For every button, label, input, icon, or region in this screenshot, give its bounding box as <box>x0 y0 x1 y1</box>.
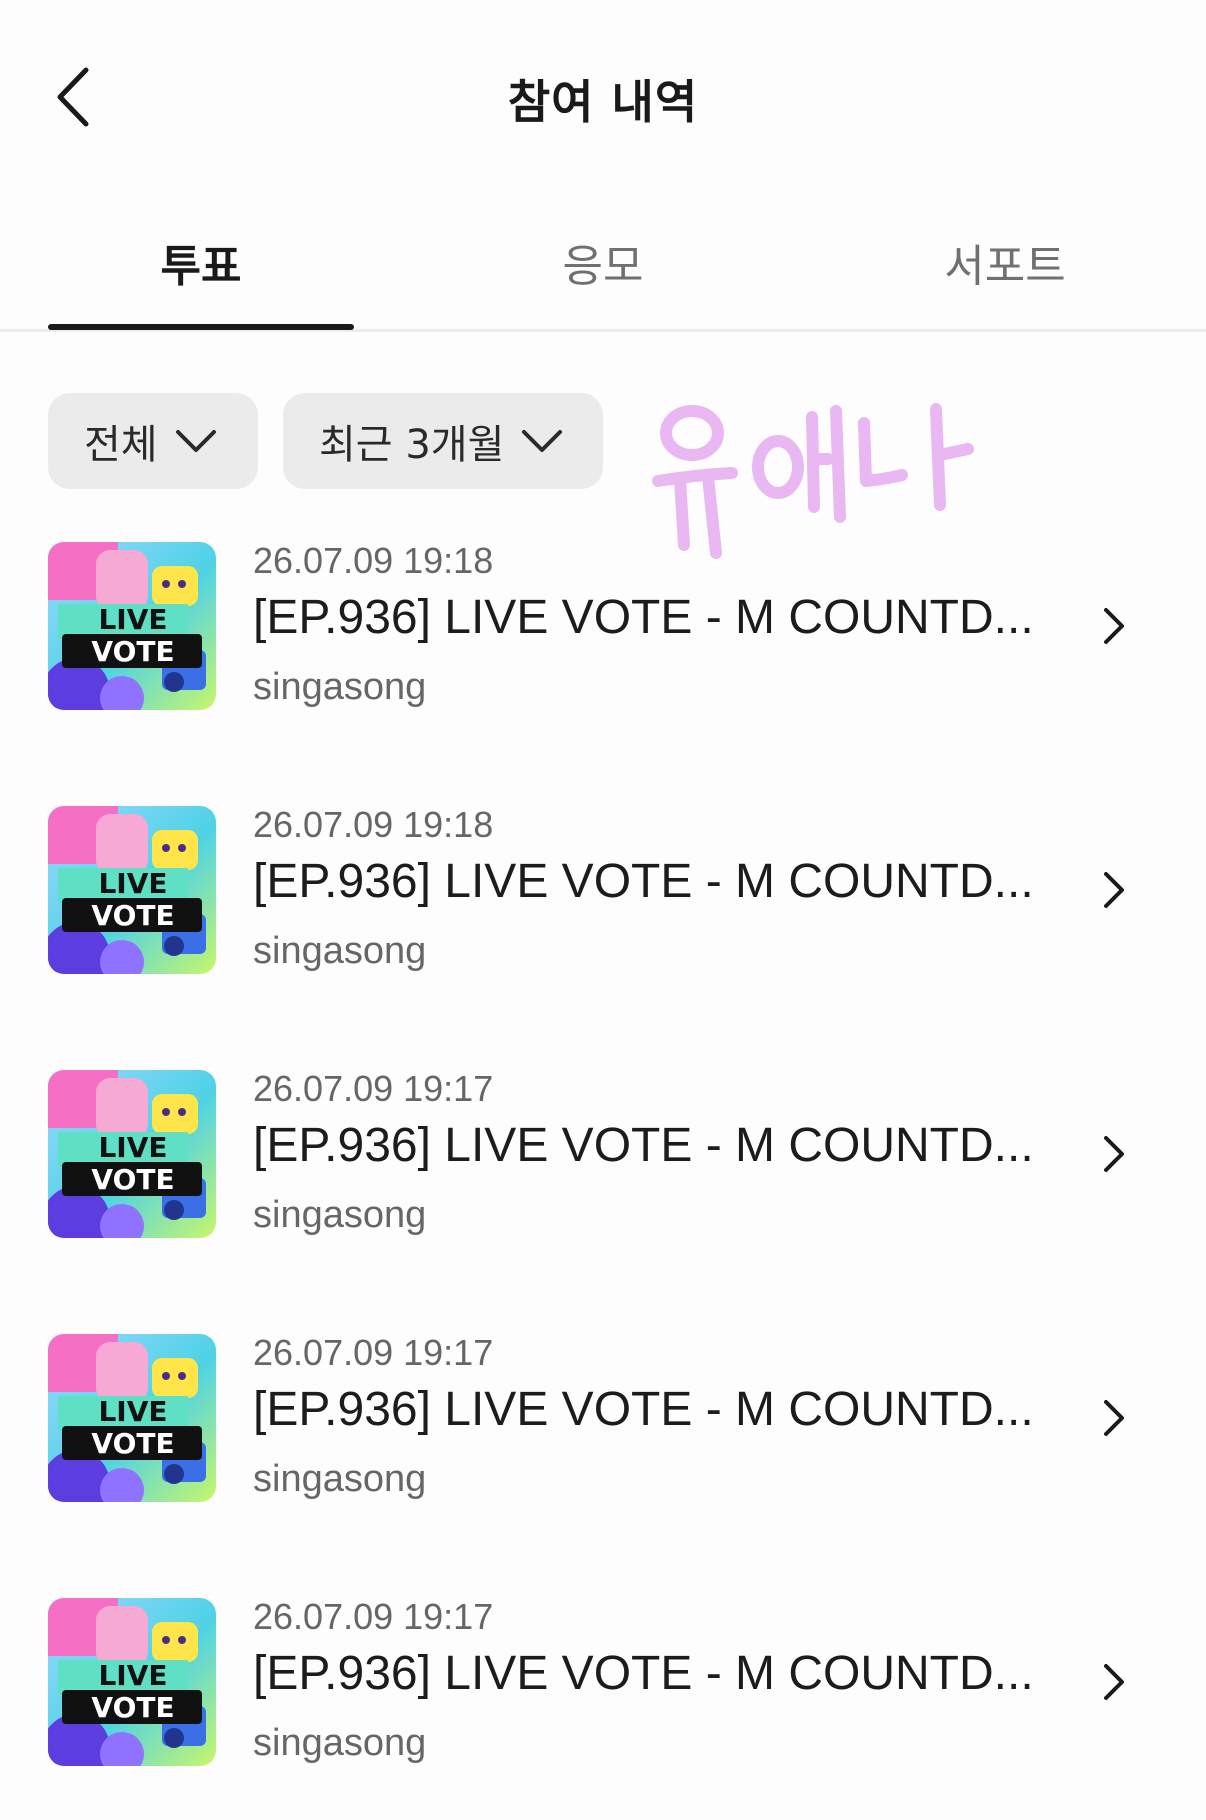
list-item[interactable]: LIVE VOTE 26.07.09 19:18 [EP.936] LIVE V… <box>0 540 1206 712</box>
chevron-right-icon <box>1104 1664 1124 1700</box>
item-date: 26.07.09 19:17 <box>253 1068 494 1109</box>
svg-text:LIVE: LIVE <box>98 867 167 900</box>
list-item[interactable]: LIVE VOTE 26.07.09 19:17 [EP.936] LIVE V… <box>0 1596 1206 1768</box>
app-header: 참여 내역 <box>0 0 1206 190</box>
item-author: singasong <box>253 1722 427 1764</box>
item-date: 26.07.09 19:18 <box>253 804 494 845</box>
active-tab-indicator <box>48 324 354 330</box>
item-author: singasong <box>253 930 427 972</box>
chevron-right-icon <box>1104 1400 1124 1436</box>
chevron-down-icon <box>175 430 216 452</box>
chevron-right-icon <box>1104 1136 1124 1172</box>
item-author: singasong <box>253 1194 427 1236</box>
item-title: [EP.936] LIVE VOTE - M COUNTD... <box>253 1119 1034 1172</box>
period-filter-dropdown[interactable]: 최근 3개월 <box>283 393 603 489</box>
svg-text:VOTE: VOTE <box>91 1427 174 1460</box>
live-vote-thumbnail: LIVE VOTE <box>48 1598 216 1766</box>
item-title: [EP.936] LIVE VOTE - M COUNTD... <box>253 1383 1034 1436</box>
item-date: 26.07.09 19:18 <box>253 540 494 581</box>
svg-text:LIVE: LIVE <box>98 1395 167 1428</box>
chevron-right-icon <box>1104 872 1124 908</box>
category-filter-label: 전체 <box>84 422 158 468</box>
live-vote-thumbnail: LIVE VOTE <box>48 806 216 974</box>
item-title: [EP.936] LIVE VOTE - M COUNTD... <box>253 855 1034 908</box>
tab-apply[interactable]: 응모 <box>450 230 756 294</box>
svg-text:VOTE: VOTE <box>91 635 174 668</box>
tab-support[interactable]: 서포트 <box>852 230 1158 294</box>
chevron-down-icon <box>522 430 563 452</box>
list-item[interactable]: LIVE VOTE 26.07.09 19:17 [EP.936] LIVE V… <box>0 1332 1206 1504</box>
item-author: singasong <box>253 1458 427 1500</box>
item-date: 26.07.09 19:17 <box>253 1332 494 1373</box>
live-vote-thumbnail: LIVE VOTE <box>48 542 216 710</box>
item-author: singasong <box>253 666 427 708</box>
page-title: 참여 내역 <box>507 75 699 129</box>
svg-text:VOTE: VOTE <box>91 1691 174 1724</box>
tab-bar: 투표 응모 서포트 <box>0 210 1206 332</box>
category-filter-dropdown[interactable]: 전체 <box>48 393 258 489</box>
svg-text:LIVE: LIVE <box>98 1659 167 1692</box>
period-filter-label: 최근 3개월 <box>319 422 505 468</box>
tab-vote[interactable]: 투표 <box>48 230 354 294</box>
item-title: [EP.936] LIVE VOTE - M COUNTD... <box>253 591 1034 644</box>
svg-text:VOTE: VOTE <box>91 1163 174 1196</box>
live-vote-thumbnail: LIVE VOTE <box>48 1334 216 1502</box>
item-date: 26.07.09 19:17 <box>253 1596 494 1637</box>
live-vote-thumbnail: LIVE VOTE <box>48 1070 216 1238</box>
svg-text:VOTE: VOTE <box>91 899 174 932</box>
svg-text:LIVE: LIVE <box>98 1131 167 1164</box>
list-item[interactable]: LIVE VOTE 26.07.09 19:17 [EP.936] LIVE V… <box>0 1068 1206 1240</box>
list-item[interactable]: LIVE VOTE 26.07.09 19:18 [EP.936] LIVE V… <box>0 804 1206 976</box>
svg-text:LIVE: LIVE <box>98 603 167 636</box>
chevron-right-icon <box>1104 608 1124 644</box>
item-title: [EP.936] LIVE VOTE - M COUNTD... <box>253 1647 1034 1700</box>
